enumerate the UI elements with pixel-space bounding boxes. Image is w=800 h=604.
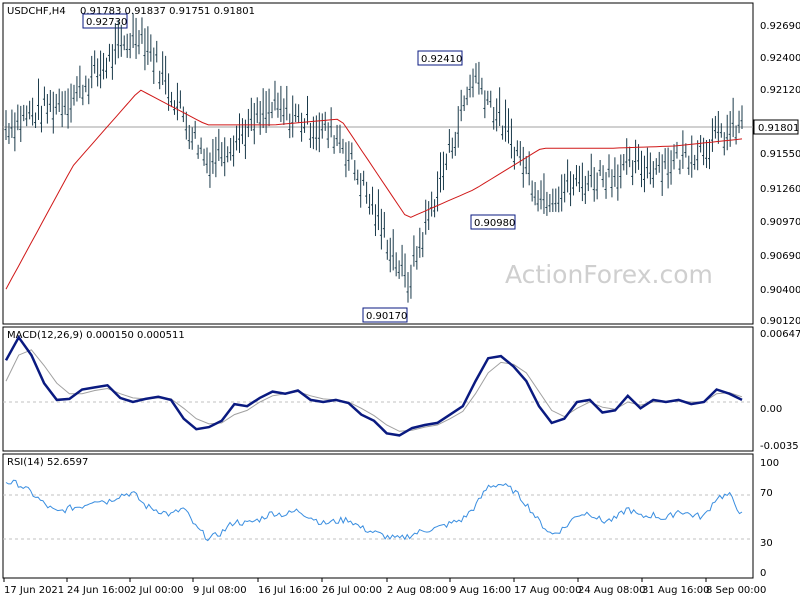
chart-canvas: ActionForex.com USDCHF,H4 0.91783 0.9183… [2, 2, 800, 596]
price-title: USDCHF,H4 [7, 6, 66, 17]
price-tick-label: 0.91260 [760, 184, 800, 195]
macd-signal-line [5, 349, 743, 432]
macd-lines [3, 334, 753, 437]
price-tick-label: 0.90970 [760, 217, 800, 228]
low-annotation-label: 0.90170 [366, 311, 407, 322]
x-tick-label: 17 Aug 00:00 [514, 585, 581, 596]
x-tick-label: 24 Aug 08:00 [578, 585, 645, 596]
x-tick-label: 2 Jul 00:00 [130, 585, 184, 596]
rsi-tick-label: 70 [760, 488, 773, 499]
price-tick-label: 0.90690 [760, 251, 800, 262]
price-tick-label: 0.90120 [760, 316, 800, 327]
rsi-tick-label: 0 [760, 568, 766, 579]
x-tick-label: 24 Jun 16:00 [67, 585, 131, 596]
high2-annotation-label: 0.92410 [421, 54, 462, 65]
x-tick-label: 9 Aug 16:00 [450, 585, 511, 596]
macd-panel-frame [2, 326, 754, 452]
rsi-tick-label: 30 [760, 538, 773, 549]
price-tick-label: 0.90400 [760, 285, 800, 296]
low2-annotation-label: 0.90980 [474, 218, 515, 229]
macd-tick-label: 0.006473 [760, 329, 800, 340]
x-tick-label: 26 Jul 00:00 [322, 585, 382, 596]
rsi-title: RSI(14) 52.6597 [7, 457, 88, 468]
rsi-panel-frame [2, 453, 754, 579]
x-axis: 17 Jun 2021 24 Jun 16:00 2 Jul 00:00 9 Jul … [3, 578, 766, 596]
price-tick-label: 0.92120 [760, 85, 800, 96]
x-tick-label: 8 Sep 00:00 [706, 585, 766, 596]
price-y-axis: 0.92690 0.92400 0.92120 0.91550 0.91260 … [760, 21, 800, 327]
price-tick-label: 0.92400 [760, 53, 800, 64]
macd-tick-label: -0.0035 [760, 441, 799, 452]
chart-window: ActionForex.com USDCHF,H4 0.91783 0.9183… [0, 0, 800, 600]
macd-title: MACD(12,26,9) 0.000150 0.000511 [7, 330, 185, 341]
macd-line [4, 334, 743, 437]
rsi-tick-label: 100 [760, 458, 779, 469]
x-tick-label: 16 Jul 16:00 [258, 585, 318, 596]
x-tick-label: 2 Aug 08:00 [387, 585, 448, 596]
watermark: ActionForex.com [505, 260, 713, 289]
current-price-label: 0.91801 [758, 123, 799, 134]
rsi-line [5, 479, 743, 542]
macd-tick-label: 0.00 [760, 404, 782, 415]
x-tick-label: 17 Jun 2021 [4, 585, 64, 596]
x-tick-label: 31 Aug 16:00 [642, 585, 709, 596]
price-tick-label: 0.92690 [760, 21, 800, 32]
x-tick-label: 9 Jul 08:00 [193, 585, 247, 596]
price-tick-label: 0.91550 [760, 149, 800, 160]
rsi-lines [3, 479, 753, 542]
